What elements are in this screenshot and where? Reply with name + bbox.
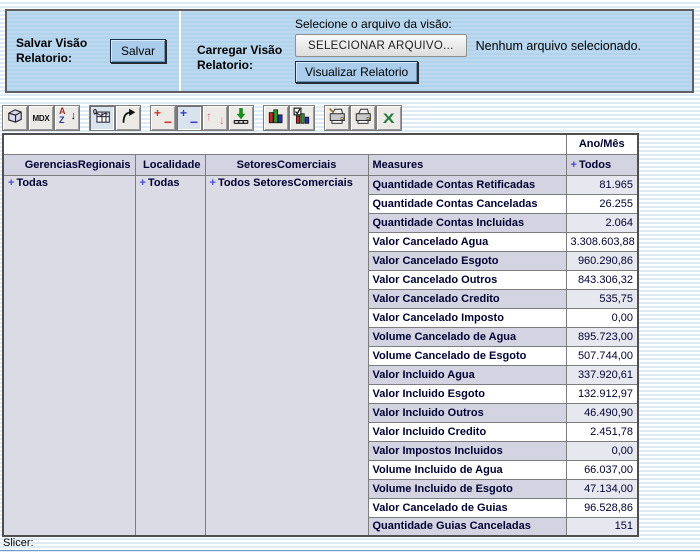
file-prompt-label: Selecione o arquivo da visão: — [295, 17, 641, 31]
measure-label: Quantidade Guias Canceladas — [368, 517, 566, 536]
save-view-section: Salvar Visão Relatorio: Salvar — [7, 11, 179, 91]
print-pdf-button[interactable] — [350, 105, 376, 131]
measure-label: Valor Incluido Agua — [368, 365, 566, 384]
measure-label: Valor Cancelado Outros — [368, 270, 566, 289]
measure-value: 96.528,86 — [566, 498, 638, 517]
measure-value: 2.451,78 — [566, 422, 638, 441]
show-chart-button[interactable] — [263, 105, 289, 131]
up-down-arrows-icon: ↑ ↓ — [207, 109, 223, 127]
load-view-controls: Selecione o arquivo da visão: SELECIONAR… — [295, 17, 641, 83]
printer-config-icon — [328, 107, 346, 130]
measure-label: Quantidade Contas Retificadas — [368, 175, 566, 194]
measure-value: 895.723,00 — [566, 327, 638, 346]
file-input-row: SELECIONAR ARQUIVO... Nenhum arquivo sel… — [295, 34, 641, 57]
header-gerencias-regionais: GerenciasRegionais — [3, 154, 135, 175]
measure-value: 960.290,86 — [566, 251, 638, 270]
header-localidade: Localidade — [135, 154, 205, 175]
measure-label: Valor Cancelado Esgoto — [368, 251, 566, 270]
view-report-button[interactable]: Visualizar Relatorio — [295, 61, 418, 83]
expand-icon[interactable]: + — [571, 159, 577, 171]
expand-icon[interactable]: + — [8, 177, 14, 189]
measure-value: 337.920,61 — [566, 365, 638, 384]
measure-value: 151 — [566, 517, 638, 536]
measure-value: 47.134,00 — [566, 479, 638, 498]
export-excel-button[interactable]: X — [376, 105, 402, 131]
measure-value: 132.912,97 — [566, 384, 638, 403]
member-localidade-todas[interactable]: +Todas — [135, 175, 205, 536]
header-measures: Measures — [368, 154, 566, 175]
measure-value: 46.490,90 — [566, 403, 638, 422]
measure-label: Valor Incluido Outros — [368, 403, 566, 422]
pivot-toolbar: MDX A Z ↓ 0 + − + — [2, 105, 402, 131]
swap-axes-button[interactable] — [115, 105, 141, 131]
bar-chart-icon — [267, 107, 285, 130]
header-setores-comerciais: SetoresComerciais — [205, 154, 368, 175]
drill-member-button[interactable]: + − — [150, 105, 176, 131]
parent-members-icon: 0 — [93, 107, 111, 130]
measure-value: 507.744,00 — [566, 346, 638, 365]
measure-label: Volume Cancelado de Agua — [368, 327, 566, 346]
load-view-section: Carregar Visão Relatorio: Selecione o ar… — [181, 11, 692, 91]
print-config-button[interactable] — [324, 105, 350, 131]
measure-value: 3.308.603,88 — [566, 232, 638, 251]
measure-label: Quantidade Contas Incluidas — [368, 213, 566, 232]
member-gerencias-todas[interactable]: +Todas — [3, 175, 135, 536]
measure-label: Valor Cancelado Credito — [368, 289, 566, 308]
page: Salvar Visão Relatorio: Salvar Carregar … — [0, 0, 700, 553]
measure-value: 66.037,00 — [566, 460, 638, 479]
member-setores-todos[interactable]: +Todos SetoresComerciais — [205, 175, 368, 536]
file-status-text: Nenhum arquivo selecionado. — [476, 39, 641, 53]
blue-plus-minus-icon: + − — [180, 109, 198, 127]
measure-value: 0,00 — [566, 441, 638, 460]
pivot-table-container: Ano/Mês GerenciasRegionais Localidade Se… — [2, 133, 639, 537]
pivot-table: Ano/Mês GerenciasRegionais Localidade Se… — [2, 133, 639, 537]
show-parent-members-button[interactable]: 0 — [89, 105, 115, 131]
column-axis-title: Ano/Mês — [566, 134, 638, 154]
save-view-label: Salvar Visão Relatorio: — [16, 36, 102, 66]
red-plus-minus-icon: + − — [154, 109, 172, 127]
drill-position-button[interactable]: + − — [176, 105, 202, 131]
cube-icon — [6, 107, 24, 130]
mdx-editor-button[interactable]: MDX — [28, 105, 54, 131]
mdx-icon: MDX — [33, 114, 50, 123]
corner-cell — [3, 134, 566, 154]
table-row: +Todas +Todas +Todos SetoresComerciais Q… — [3, 175, 638, 194]
measure-label: Volume Cancelado de Esgoto — [368, 346, 566, 365]
measure-value: 843.306,32 — [566, 270, 638, 289]
measure-label: Valor Impostos Incluidos — [368, 441, 566, 460]
printer-icon — [354, 107, 372, 130]
slicer-label: Slicer: — [3, 537, 34, 549]
bar-chart-check-icon — [293, 107, 311, 130]
drill-replace-button[interactable]: ↑ ↓ — [202, 105, 228, 131]
excel-icon: X — [383, 110, 395, 126]
measure-label: Valor Cancelado Agua — [368, 232, 566, 251]
measure-label: Valor Cancelado Imposto — [368, 308, 566, 327]
column-member-todos[interactable]: +Todos — [566, 154, 638, 175]
measure-label: Volume Incluido de Esgoto — [368, 479, 566, 498]
green-arrow-table-icon — [232, 107, 250, 130]
measure-value: 0,00 — [566, 308, 638, 327]
bottom-divider — [0, 550, 700, 551]
swap-axes-icon — [119, 107, 137, 130]
olap-navigator-button[interactable] — [2, 105, 28, 131]
sort-az-icon: A Z ↓ — [58, 108, 76, 128]
measure-label: Valor Incluido Credito — [368, 422, 566, 441]
measure-label: Quantidade Contas Canceladas — [368, 194, 566, 213]
measure-value: 81.965 — [566, 175, 638, 194]
measure-value: 26.255 — [566, 194, 638, 213]
measure-value: 2.064 — [566, 213, 638, 232]
measure-value: 535,75 — [566, 289, 638, 308]
expand-icon[interactable]: + — [140, 177, 146, 189]
select-file-button[interactable]: SELECIONAR ARQUIVO... — [295, 34, 467, 57]
measure-label: Volume Incluido de Agua — [368, 460, 566, 479]
measure-label: Valor Cancelado de Guias — [368, 498, 566, 517]
sort-button[interactable]: A Z ↓ — [54, 105, 80, 131]
load-view-label: Carregar Visão Relatorio: — [197, 43, 291, 73]
chart-config-button[interactable] — [289, 105, 315, 131]
expand-icon[interactable]: + — [210, 177, 216, 189]
report-view-panel: Salvar Visão Relatorio: Salvar Carregar … — [5, 9, 694, 93]
save-button[interactable]: Salvar — [110, 39, 166, 63]
drill-through-button[interactable] — [228, 105, 254, 131]
measure-label: Valor Incluido Esgoto — [368, 384, 566, 403]
